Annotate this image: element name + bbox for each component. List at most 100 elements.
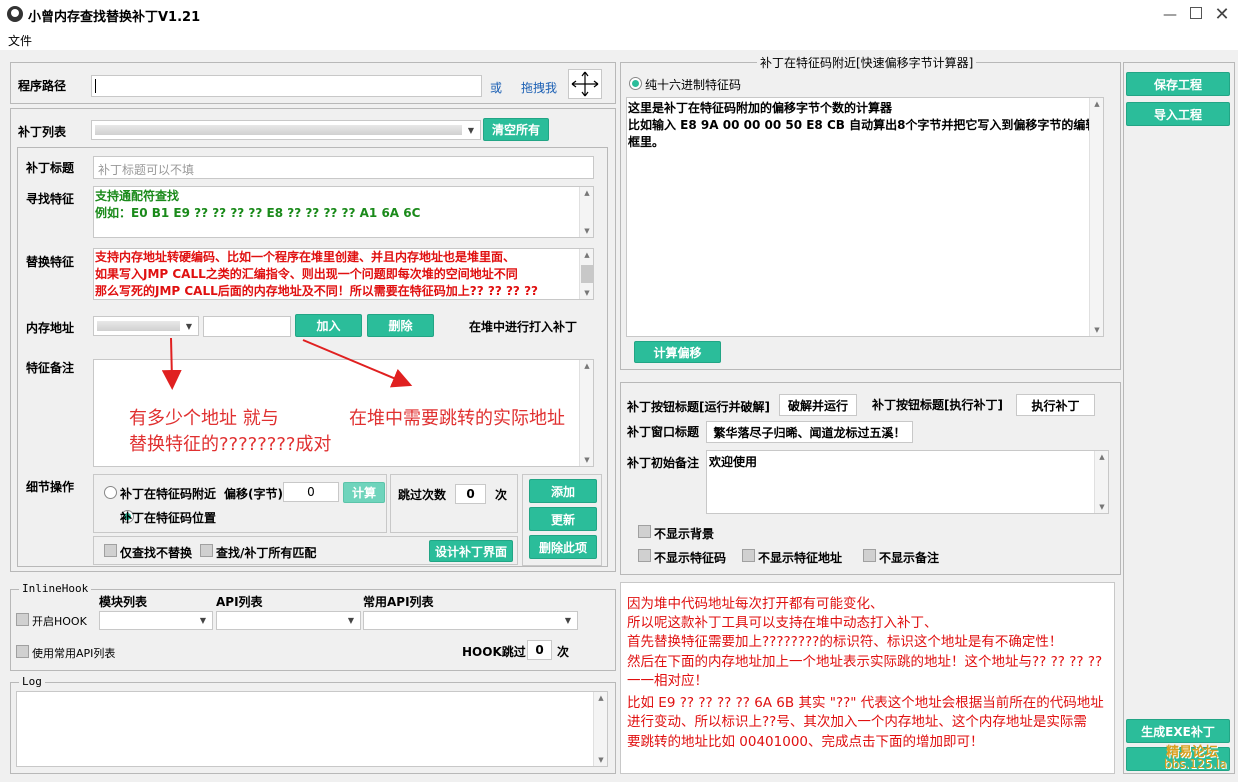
note-scrollbar[interactable]: ▲ ▼ [579, 360, 593, 466]
enable-hook-label: 开启HOOK [32, 615, 87, 628]
title-bar: 小曾内存查找替换补丁V1.21 — ✕ [0, 0, 1238, 30]
search-label: 寻找特征 [26, 192, 75, 206]
find-all-label: 查找/补丁所有匹配 [216, 546, 317, 560]
import-project-button[interactable]: 导入工程 [1126, 102, 1230, 126]
find-all-checkbox[interactable] [200, 544, 213, 557]
use-common-api-checkbox[interactable] [16, 645, 29, 658]
offset-calc-button[interactable]: 计算 [343, 482, 385, 503]
near-radio-label: 补丁在特征码附近 [120, 487, 217, 501]
skip-input[interactable]: 0 [455, 484, 486, 504]
annotation-left-line-2: 替换特征的????????成对 [129, 434, 332, 455]
menu-file[interactable]: 文件 [8, 32, 32, 49]
enable-hook-checkbox[interactable] [16, 613, 29, 626]
no-background-checkbox[interactable] [638, 525, 651, 538]
btn1-title-label: 补丁按钮标题[运行并破解] [627, 400, 770, 414]
search-line-1: 支持通配符查找 [95, 189, 180, 203]
calc-offset-button[interactable]: 计算偏移 [634, 341, 721, 363]
detail-label: 细节操作 [26, 480, 75, 494]
log-group: Log ▲ ▼ [10, 675, 616, 774]
add-button[interactable]: 添加 [529, 479, 597, 503]
minimize-icon[interactable]: — [1160, 5, 1180, 25]
module-list-select[interactable]: ▼ [99, 611, 213, 630]
save-project-button[interactable]: 保存工程 [1126, 72, 1230, 96]
calculator-textarea[interactable]: 这里是补丁在特征码附加的偏移字节个数的计算器 比如输入 E8 9A 00 00 … [626, 97, 1104, 337]
update-button[interactable]: 更新 [529, 507, 597, 531]
common-api-select[interactable]: ▼ [363, 611, 578, 630]
hook-skip-unit: 次 [557, 645, 570, 659]
window-title-label: 补丁窗口标题 [627, 425, 700, 439]
patch-panel: 补丁列表 ▼ 清空所有 补丁标题 补丁标题可以不填 寻找特征 支持通配符查找 例… [10, 108, 616, 572]
api-list-label: API列表 [216, 595, 263, 609]
patch-list-label: 补丁列表 [18, 125, 67, 139]
log-textarea[interactable]: ▲ ▼ [16, 691, 608, 767]
window-title-input[interactable]: 繁华落尽子归晞、闻道龙标过五溪！ [706, 421, 913, 443]
near-radio[interactable] [104, 486, 117, 499]
patch-list-select[interactable]: ▼ [91, 120, 481, 140]
drag-target-icon[interactable] [568, 69, 602, 99]
btn2-title-input[interactable]: 执行补丁 [1016, 394, 1095, 416]
initial-note-scrollbar[interactable]: ▲ ▼ [1094, 451, 1108, 513]
no-address-checkbox[interactable] [742, 549, 755, 562]
info-line-4: 然后在下面的内存地址加上一个地址表示实际跳的地址！这个地址与?? ?? ?? ?… [627, 654, 1103, 670]
calculator-title: 补丁在特征码附近[快速偏移字节计算器] [757, 54, 977, 71]
close-icon[interactable]: ✕ [1212, 5, 1232, 25]
calculator-line-3: 框里。 [628, 135, 665, 149]
replace-label: 替换特征 [26, 255, 75, 269]
no-note-label: 不显示备注 [879, 551, 940, 565]
patch-ui-settings: 补丁按钮标题[运行并破解] 破解并运行 补丁按钮标题[执行补丁] 执行补丁 补丁… [620, 382, 1121, 575]
btn2-title-label: 补丁按钮标题[执行补丁] [872, 398, 1003, 412]
initial-note-value: 欢迎使用 [709, 455, 758, 469]
path-input[interactable] [91, 75, 482, 97]
window-title: 小曾内存查找替换补丁V1.21 [28, 10, 201, 25]
no-signature-label: 不显示特征码 [654, 551, 727, 565]
info-line-8: 要跳转的地址比如 00401000、完成点击下面的增加即可！ [627, 734, 984, 750]
delete-item-button[interactable]: 删除此项 [529, 535, 597, 559]
hook-skip-input[interactable]: 0 [527, 640, 552, 660]
maximize-icon[interactable] [1186, 5, 1206, 25]
search-line-2: 例如：E0 B1 E9 ?? ?? ?? ?? E8 ?? ?? ?? ?? A… [95, 206, 421, 220]
detail-offset-box: 补丁在特征码附近 偏移(字节) 0 计算 补丁在特征码位置 [93, 474, 387, 533]
info-line-2: 所以呢这款补丁工具可以支持在堆中动态打入补丁、 [627, 615, 938, 631]
no-note-checkbox[interactable] [863, 549, 876, 562]
initial-note-textarea[interactable]: 欢迎使用 ▲ ▼ [706, 450, 1109, 514]
btn1-title-input[interactable]: 破解并运行 [779, 394, 857, 416]
generate-exe-button[interactable]: 生成EXE补丁 [1126, 719, 1230, 743]
log-scrollbar[interactable]: ▲ ▼ [593, 692, 607, 766]
at-position-label: 补丁在特征码位置 [120, 511, 217, 525]
initial-note-label: 补丁初始备注 [627, 456, 700, 470]
info-line-7: 进行变动、所以标识上??号、其次加入一个内存地址、这个内存地址是实际需 [627, 714, 1087, 730]
offset-input[interactable]: 0 [283, 482, 339, 502]
options-box: 仅查找不替换 查找/补丁所有匹配 设计补丁界面 [93, 536, 518, 565]
drag-link[interactable]: 拖拽我 [521, 79, 557, 96]
search-scrollbar[interactable]: ▲ ▼ [579, 187, 593, 237]
skip-box: 跳过次数 0 次 [390, 474, 518, 533]
search-textarea[interactable]: 支持通配符查找 例如：E0 B1 E9 ?? ?? ?? ?? E8 ?? ??… [93, 186, 594, 238]
patch-detail-panel: 补丁标题 补丁标题可以不填 寻找特征 支持通配符查找 例如：E0 B1 E9 ?… [17, 147, 608, 567]
calculator-line-1: 这里是补丁在特征码附加的偏移字节个数的计算器 [628, 101, 893, 115]
design-ui-button[interactable]: 设计补丁界面 [429, 540, 513, 562]
hook-skip-label: HOOK跳过 [462, 645, 526, 659]
watermark-line-2: bbs.125.la [1164, 757, 1227, 771]
replace-scrollbar[interactable]: ▲ ▼ [579, 249, 593, 299]
or-link: 或 [490, 81, 503, 95]
info-line-3: 首先替换特征需要加上????????的标识符、标识这个地址是有不确定性！ [627, 634, 1063, 650]
only-find-checkbox[interactable] [104, 544, 117, 557]
calculator-scrollbar[interactable]: ▲ ▼ [1089, 98, 1103, 336]
replace-textarea[interactable]: 支持内存地址转硬编码、比如一个程序在堆里创建、并且内存地址也是堆里面、 如果写入… [93, 248, 594, 300]
skip-unit: 次 [495, 488, 508, 502]
path-label: 程序路径 [18, 79, 67, 93]
patch-title-label: 补丁标题 [26, 161, 75, 175]
skip-label: 跳过次数 [398, 488, 447, 502]
api-list-select[interactable]: ▼ [216, 611, 361, 630]
path-panel: 程序路径 或 拖拽我 [10, 62, 616, 104]
action-buttons-box: 添加 更新 删除此项 [522, 474, 602, 566]
hex-radio[interactable] [629, 77, 642, 90]
info-box: 因为堆中代码地址每次打开都有可能变化、 所以呢这款补丁工具可以支持在堆中动态打入… [620, 582, 1115, 774]
clear-all-button[interactable]: 清空所有 [483, 118, 549, 141]
no-signature-checkbox[interactable] [638, 549, 651, 562]
annotation-arrows [161, 337, 413, 390]
offset-label: 偏移(字节) [224, 487, 283, 501]
app-icon [7, 6, 23, 22]
common-api-label: 常用API列表 [363, 595, 434, 609]
patch-title-input[interactable]: 补丁标题可以不填 [93, 156, 594, 179]
